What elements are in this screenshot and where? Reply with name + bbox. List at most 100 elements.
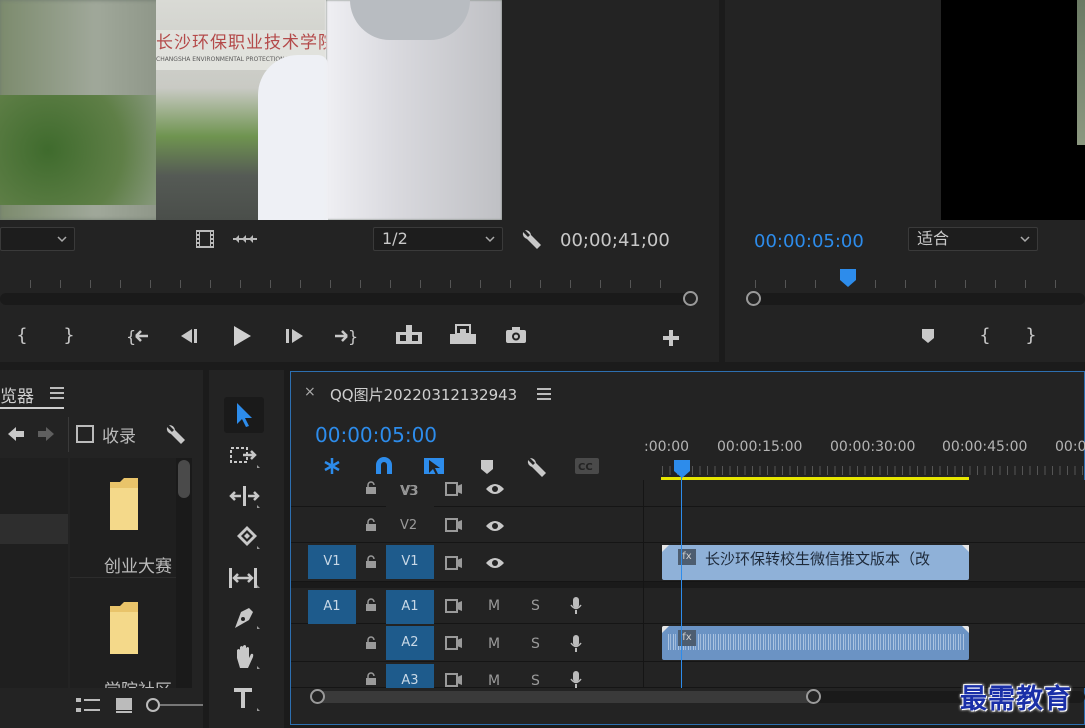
- camera-icon[interactable]: [505, 326, 527, 344]
- add-marker-icon[interactable]: [480, 459, 494, 475]
- sync-lock-icon[interactable]: [445, 482, 463, 496]
- lock-icon[interactable]: [364, 598, 378, 612]
- hand-tool-icon[interactable]: [231, 644, 261, 672]
- sync-lock-icon[interactable]: [445, 518, 463, 532]
- fit-dropdown[interactable]: 适合: [908, 227, 1038, 251]
- source-patch-v1[interactable]: V1: [308, 545, 356, 579]
- ruler-label: 00:0: [1055, 439, 1085, 455]
- track-target-a3[interactable]: A3: [386, 664, 434, 688]
- go-to-out-icon[interactable]: }: [333, 326, 357, 346]
- sync-lock-icon[interactable]: [445, 673, 463, 687]
- solo-button-a3[interactable]: S: [531, 673, 540, 689]
- program-mark-in-button[interactable]: {: [977, 326, 993, 346]
- video-clip[interactable]: fx 长沙环保转校生微信推文版本（改: [662, 545, 969, 580]
- collect-checkbox[interactable]: [76, 425, 94, 443]
- ripple-edit-tool-icon[interactable]: [229, 484, 261, 510]
- lock-icon[interactable]: [364, 481, 378, 495]
- wrench-icon[interactable]: [165, 423, 187, 445]
- microphone-icon[interactable]: [569, 634, 583, 654]
- program-scroll-handle[interactable]: [746, 291, 761, 306]
- panel-menu-icon[interactable]: [537, 388, 551, 400]
- project-panel-title[interactable]: 览器: [0, 382, 34, 407]
- snap-magnet-icon[interactable]: [373, 456, 395, 476]
- wrench-icon[interactable]: [526, 456, 548, 478]
- step-back-icon[interactable]: [178, 327, 200, 345]
- step-forward-icon[interactable]: [284, 327, 306, 345]
- eye-icon[interactable]: [485, 482, 505, 496]
- icon-view-icon[interactable]: [116, 697, 132, 713]
- panel-menu-icon[interactable]: [50, 387, 64, 399]
- timeline-ruler[interactable]: :00:00 00:00:15:00 00:00:30:00 00:00:45:…: [644, 438, 1085, 478]
- zoom-slider-handle[interactable]: [146, 698, 160, 712]
- timeline-playhead-timecode[interactable]: 00:00:05:00: [315, 423, 437, 447]
- slip-tool-icon[interactable]: [227, 566, 261, 590]
- zoom-dropdown[interactable]: [0, 227, 75, 251]
- resolution-dropdown[interactable]: 1/2: [373, 227, 503, 251]
- add-marker-icon[interactable]: [921, 328, 935, 344]
- arrow-right-icon[interactable]: [36, 425, 56, 443]
- track-target-a1[interactable]: A1: [386, 590, 434, 624]
- track-target-a2[interactable]: A2: [386, 626, 434, 660]
- track-target-v1[interactable]: V1: [386, 545, 434, 579]
- film-strip-icon[interactable]: [195, 229, 215, 249]
- timeline-zoom-handle-left[interactable]: [310, 689, 325, 704]
- sync-lock-icon[interactable]: [445, 599, 463, 613]
- mark-in-button[interactable]: {: [14, 326, 30, 346]
- wrench-icon[interactable]: [521, 228, 543, 250]
- sync-lock-icon[interactable]: [445, 636, 463, 650]
- arrow-left-icon[interactable]: [6, 425, 26, 443]
- solo-button-a2[interactable]: S: [531, 636, 540, 652]
- play-icon[interactable]: [232, 325, 252, 347]
- source-timecode: 00;00;41;00: [560, 230, 670, 251]
- eye-icon[interactable]: [485, 519, 505, 533]
- insert-icon[interactable]: [394, 324, 424, 346]
- source-patch-a1[interactable]: A1: [308, 590, 356, 624]
- sync-lock-icon[interactable]: [445, 556, 463, 570]
- nest-sequence-icon[interactable]: [321, 456, 343, 476]
- selection-tool[interactable]: [224, 397, 264, 433]
- bin-list-item-selected[interactable]: [0, 514, 68, 544]
- source-scroll-track[interactable]: [0, 293, 690, 305]
- microphone-icon[interactable]: [569, 596, 583, 616]
- folder-item[interactable]: 学院社区: [70, 582, 176, 688]
- lock-icon[interactable]: [364, 672, 378, 686]
- overwrite-icon[interactable]: [448, 324, 478, 346]
- type-tool-icon[interactable]: [231, 686, 261, 714]
- lock-icon[interactable]: [364, 636, 378, 650]
- captions-icon[interactable]: CC: [574, 457, 600, 475]
- zoom-slider-track[interactable]: [160, 704, 203, 706]
- program-time-ruler[interactable]: [745, 272, 1085, 290]
- ruler-label: 00:00:30:00: [830, 439, 916, 455]
- mute-button-a3[interactable]: M: [488, 673, 500, 689]
- program-mark-out-button[interactable]: }: [1023, 326, 1039, 346]
- microphone-icon[interactable]: [569, 670, 583, 690]
- mute-button-a2[interactable]: M: [488, 636, 500, 652]
- close-sequence-tab[interactable]: ×: [304, 384, 316, 400]
- program-scroll-track[interactable]: [747, 293, 1085, 305]
- mute-button-a1[interactable]: M: [488, 598, 500, 614]
- chevron-down-icon: [56, 228, 68, 250]
- sequence-name[interactable]: QQ图片20220312132943: [330, 384, 517, 405]
- folder-item[interactable]: 创业大赛: [70, 458, 176, 578]
- razor-tool-icon[interactable]: [231, 524, 261, 552]
- audio-waveform-icon[interactable]: [233, 231, 257, 247]
- go-to-in-icon[interactable]: {: [126, 326, 150, 346]
- timeline-zoom-handle-right[interactable]: [806, 689, 821, 704]
- mark-out-button[interactable]: }: [61, 326, 77, 346]
- source-time-ruler[interactable]: [0, 272, 700, 290]
- list-view-icon[interactable]: [76, 698, 100, 712]
- program-playhead-icon[interactable]: [839, 268, 857, 288]
- linked-selection-icon[interactable]: [422, 455, 446, 477]
- add-button-icon[interactable]: [662, 329, 680, 347]
- timeline-playhead-icon[interactable]: [673, 459, 691, 479]
- source-scroll-handle[interactable]: [683, 291, 698, 306]
- pen-tool-icon[interactable]: [231, 604, 261, 632]
- track-select-tool-icon[interactable]: [229, 444, 261, 470]
- project-scrollbar-thumb[interactable]: [178, 460, 190, 498]
- lock-icon[interactable]: [364, 555, 378, 569]
- timeline-zoom-range[interactable]: [317, 691, 813, 703]
- audio-clip[interactable]: fx: [662, 626, 969, 660]
- lock-icon[interactable]: [364, 518, 378, 532]
- eye-icon[interactable]: [485, 556, 505, 570]
- solo-button-a1[interactable]: S: [531, 598, 540, 614]
